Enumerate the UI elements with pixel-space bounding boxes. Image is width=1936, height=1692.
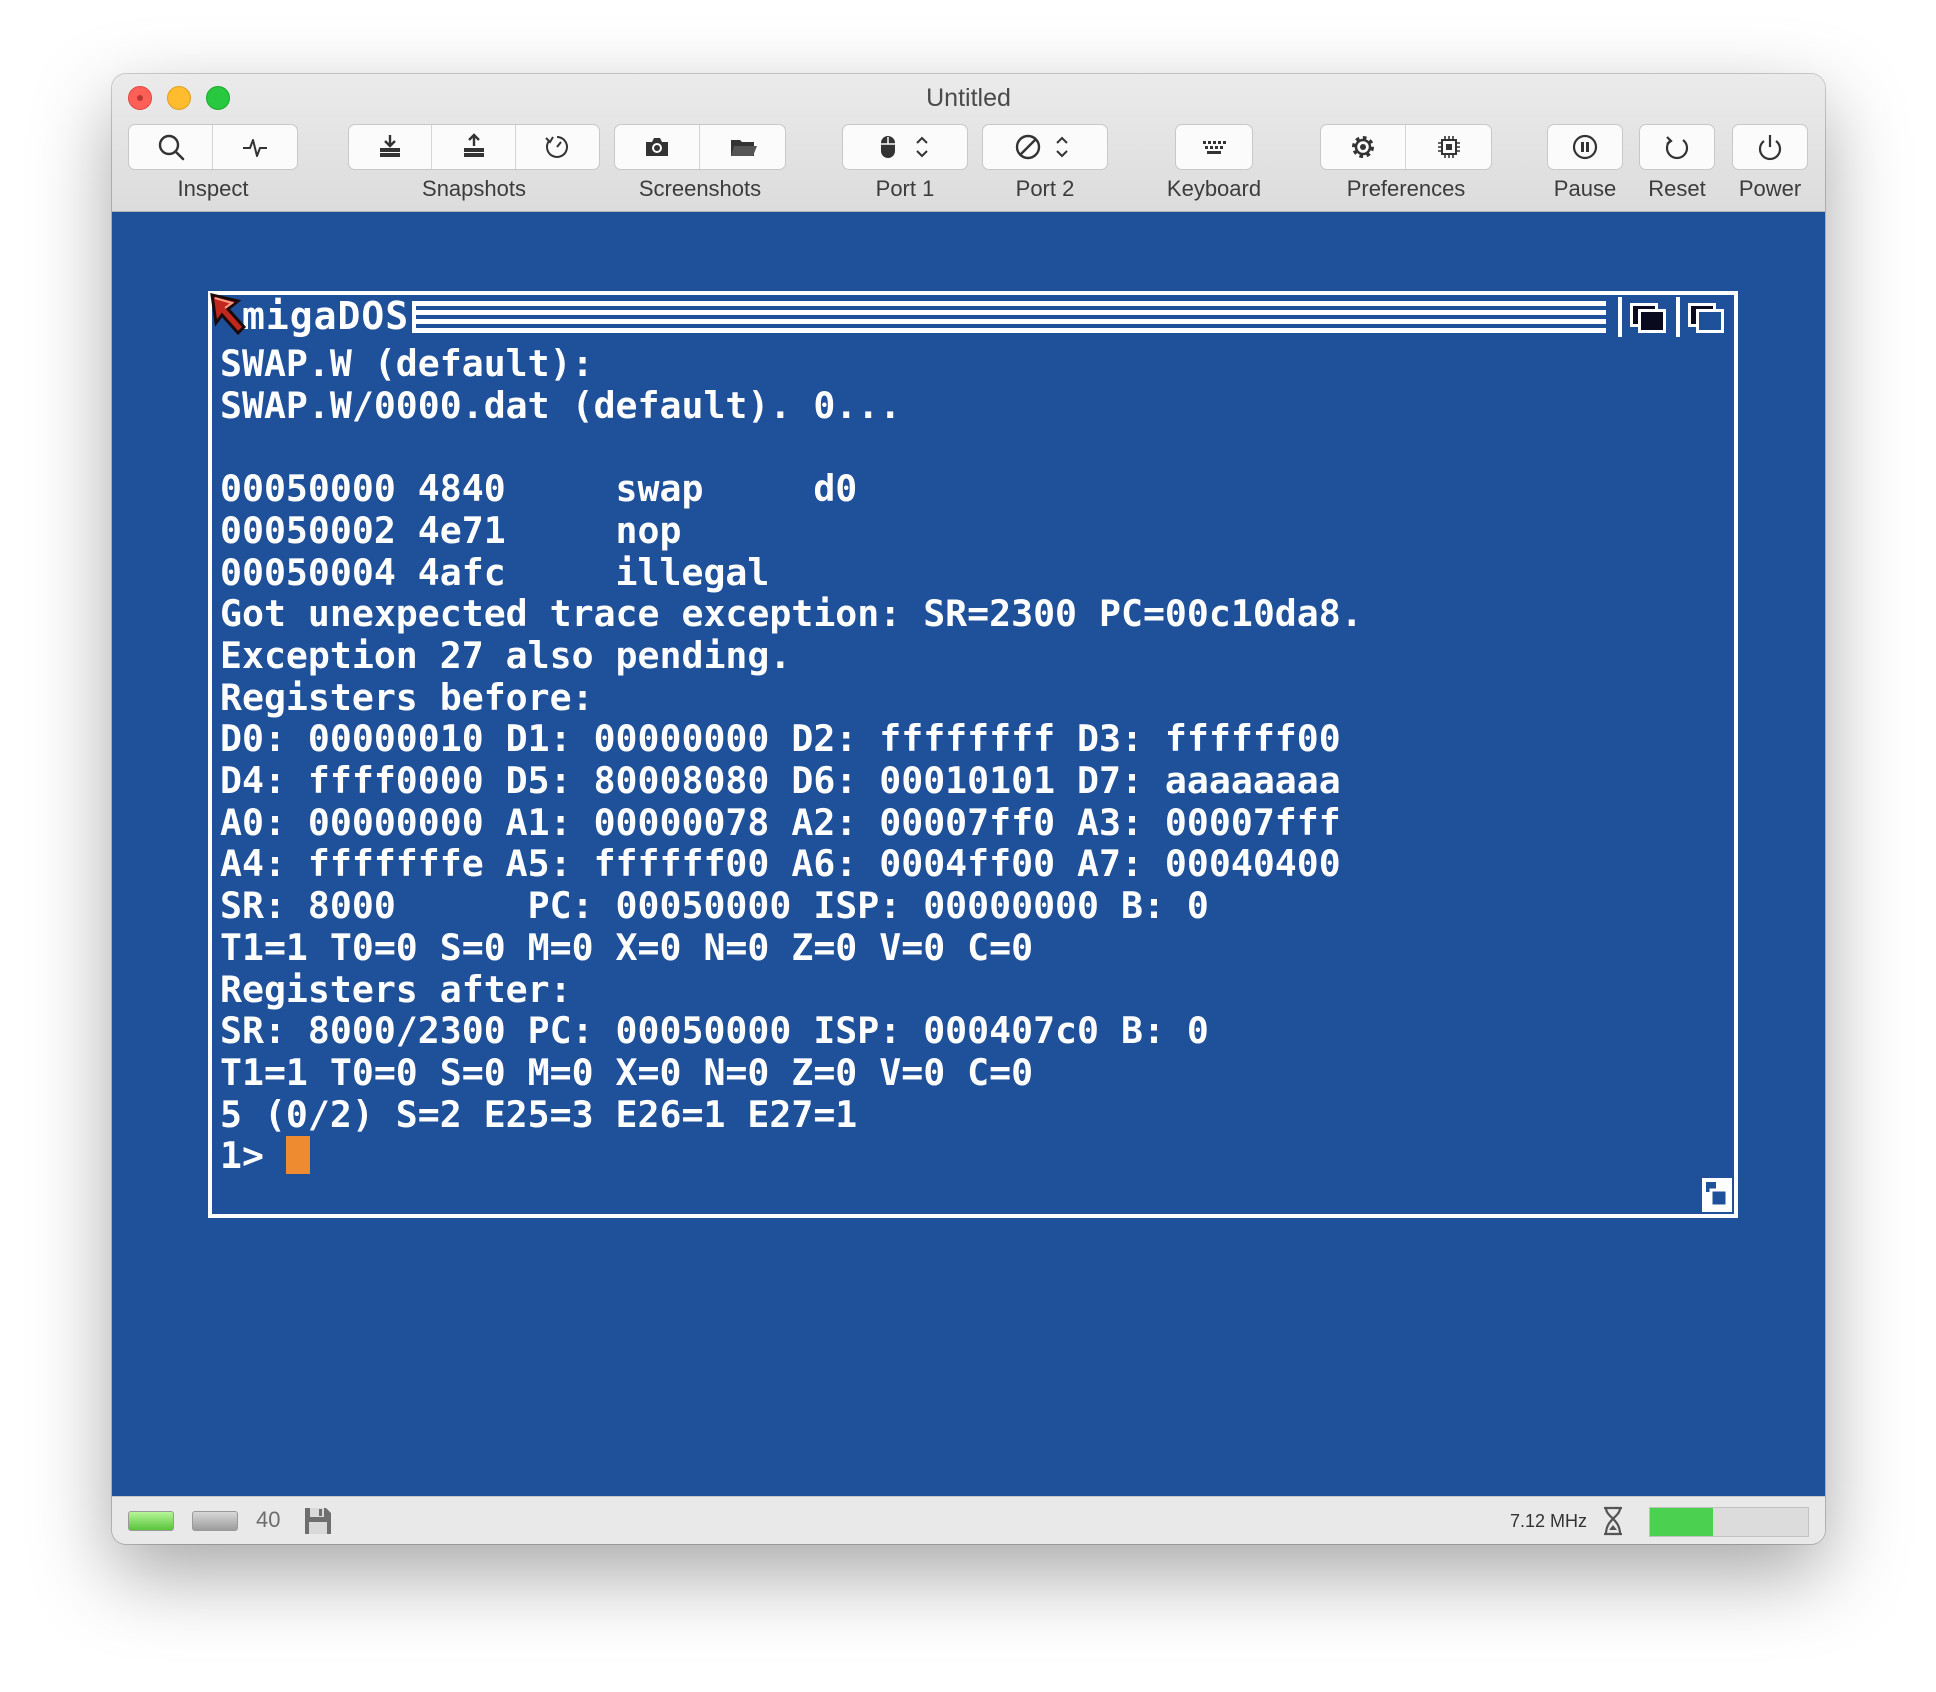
cli-output-line: 00050004 4afc illegal [220,550,770,594]
cli-output-line: 00050000 4840 swap d0 [220,467,858,511]
mouse-pointer-icon [210,293,247,336]
preferences-label: Preferences [1346,176,1466,201]
cli-output-line: D4: ffff0000 D5: 80008080 D6: 00010101 D… [220,759,1341,803]
amigados-cli-window[interactable]: migaDOS SWAP.W (default): SWAP.W/0000.dat… [208,291,1738,1218]
depth-front-square [1638,309,1666,333]
cli-output-line: A4: fffffffe A5: ffffff00 A6: 0004ff00 A… [220,842,1341,886]
port1-selector[interactable] [842,124,968,170]
pause-icon [1572,134,1598,160]
inspect-label: Inspect [177,176,249,201]
cli-output-line: A0: 00000000 A1: 00000078 A2: 00007ff0 A… [220,800,1341,844]
preferences-group [1320,124,1492,170]
port1-button[interactable] [843,125,967,169]
keyboard-button[interactable] [1176,125,1252,169]
preferences-button[interactable] [1321,125,1406,169]
resize-gadget-icon[interactable] [1702,1178,1732,1212]
title-bar-drag-stripes[interactable] [412,301,1606,333]
port2-label: Port 2 [1015,176,1075,201]
depth-back-gadget[interactable] [1618,297,1672,337]
floppy-disk-icon[interactable] [302,1505,334,1537]
cli-output-line: T1=1 T0=0 S=0 M=0 X=0 N=0 Z=0 V=0 C=0 [220,1050,1034,1094]
cli-output-line: T1=1 T0=0 S=0 M=0 X=0 N=0 Z=0 V=0 C=0 [220,925,1034,969]
camera-icon [646,138,668,156]
pause-group [1547,124,1623,170]
power-group [1732,124,1808,170]
window-title: Untitled [926,84,1011,112]
cli-output-line: SR: 8000 PC: 00050000 ISP: 00000000 B: 0 [220,884,1209,928]
keyboard-group [1175,124,1253,170]
cli-output: SWAP.W (default): SWAP.W/0000.dat (defaul… [220,343,1726,1177]
reset-icon [1665,136,1689,160]
snapshot-restore-icon [463,133,484,157]
status-bar: 40 7.12 MHz [112,1496,1825,1544]
cli-window-title: migaDOS [242,294,410,338]
speed-meter [1649,1507,1809,1537]
cli-output-line: Registers after: [220,967,572,1011]
speed-meter-fill [1650,1508,1714,1536]
cli-output-line: D0: 00000010 D1: 00000000 D2: ffffffff D… [220,717,1341,761]
cli-title-bar[interactable]: migaDOS [212,294,1734,339]
folder-icon [730,140,757,156]
power-button[interactable] [1733,125,1807,169]
emulator-screen[interactable]: migaDOS SWAP.W (default): SWAP.W/0000.dat… [112,212,1825,1496]
reset-group [1639,124,1715,170]
depth-front-gadget[interactable] [1676,297,1730,337]
cli-output-line [220,426,1726,468]
reset-button[interactable] [1640,125,1714,169]
screenshots-group [614,124,786,170]
power-led [128,1511,174,1531]
restore-snapshot-button[interactable] [432,125,516,169]
cli-output-line: SR: 8000/2300 PC: 00050000 ISP: 000407c0… [220,1009,1209,1053]
cli-output-line: 00050002 4e71 nop [220,508,682,552]
reset-label: Reset [1648,176,1706,201]
depth-front-square [1696,309,1724,333]
emulator-window: Untitled Inspect Snapshots Screenshots P… [112,74,1825,1544]
browse-screenshots-button[interactable] [700,125,785,169]
take-screenshot-button[interactable] [615,125,700,169]
chip-icon [1437,136,1460,158]
drive-led [192,1511,238,1531]
chevron-updown-icon [1056,136,1068,158]
inspect-group [128,124,298,170]
take-snapshot-button[interactable] [349,125,433,169]
port1-label: Port 1 [875,176,935,201]
cli-output-line: Registers before: [220,675,594,719]
drive-track-counter: 40 [256,1507,281,1532]
power-label: Power [1738,176,1802,201]
browse-snapshots-button[interactable] [516,125,599,169]
snapshot-take-icon [380,135,401,157]
pause-button[interactable] [1548,125,1622,169]
screenshots-label: Screenshots [638,176,762,201]
none-icon [1015,134,1041,160]
magnifier-icon [158,134,184,161]
chevron-updown-icon [916,136,928,158]
power-icon [1758,135,1782,161]
pause-label: Pause [1553,176,1617,201]
cli-prompt: 1> [220,1134,286,1178]
cpu-clock: 7.12 MHz [1509,1511,1587,1531]
activity-icon [243,139,267,157]
cli-output-line: SWAP.W (default): [220,342,594,385]
keyboard-icon [1203,141,1226,154]
cli-prompt-line[interactable]: 1> [220,1135,1726,1177]
title-bar: Untitled Inspect Snapshots Screenshots P… [112,74,1825,212]
cli-output-line: Exception 27 also pending. [220,633,792,677]
cli-output-line: SWAP.W/0000.dat (default). 0... [220,383,902,427]
gear-icon [1352,136,1374,158]
port2-button[interactable] [983,125,1107,169]
monitor-button[interactable] [213,125,297,169]
cli-output-line: Got unexpected trace exception: SR=2300 … [220,592,1363,636]
hourglass-icon[interactable] [1601,1505,1625,1537]
cli-output-lines: SWAP.W (default): SWAP.W/0000.dat (defaul… [220,343,1726,1135]
snapshots-group [348,124,600,170]
hardware-button[interactable] [1406,125,1491,169]
cli-output-line: 5 (0/2) S=2 E25=3 E26=1 E27=1 [220,1092,858,1136]
mouse-icon [881,136,895,158]
snapshot-browse-icon [545,136,569,158]
inspect-button[interactable] [129,125,213,169]
snapshots-label: Snapshots [422,176,526,201]
port2-selector[interactable] [982,124,1108,170]
keyboard-label: Keyboard [1166,176,1262,201]
text-cursor [285,1136,310,1175]
